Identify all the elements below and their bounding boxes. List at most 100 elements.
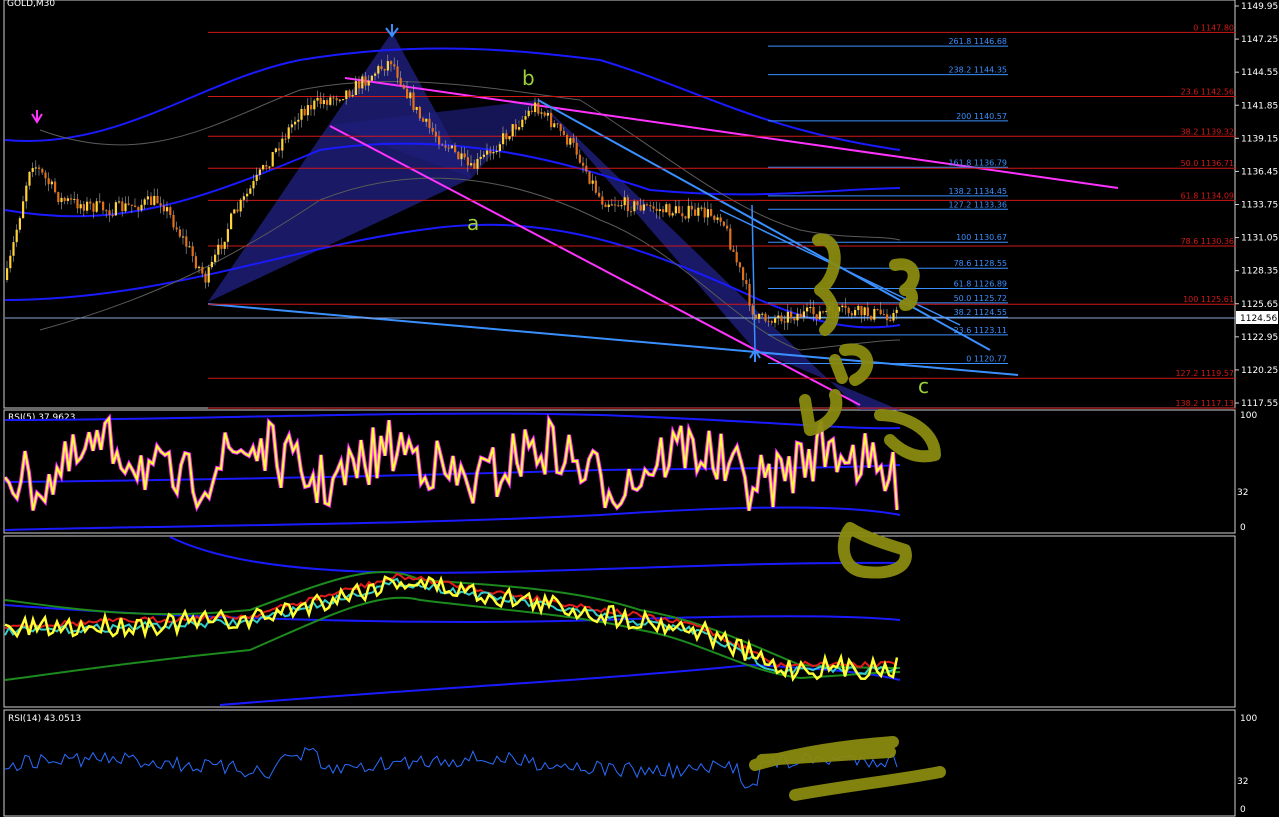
candle-body bbox=[393, 64, 396, 67]
fib-level-label: 38.2 1139.32 bbox=[1181, 127, 1234, 136]
rsi14-label: RSI(14) 43.0513 bbox=[8, 714, 81, 724]
candle-body bbox=[284, 138, 287, 140]
candle-body bbox=[118, 201, 121, 203]
candle-body bbox=[95, 201, 98, 212]
candle-body bbox=[422, 118, 425, 122]
candle-body bbox=[297, 119, 300, 122]
candle-body bbox=[732, 249, 735, 252]
current-price-text: 1124.56 bbox=[1240, 314, 1277, 324]
candle-body bbox=[694, 209, 697, 216]
candle-body bbox=[374, 73, 377, 76]
price-axis-label: 1117.55 bbox=[1241, 399, 1278, 409]
candle-body bbox=[12, 242, 15, 256]
candle-body bbox=[370, 75, 373, 81]
candle-body bbox=[335, 98, 338, 101]
candle-body bbox=[486, 150, 489, 155]
candle-body bbox=[534, 102, 537, 113]
candle-body bbox=[287, 127, 290, 139]
candle-body bbox=[518, 127, 521, 130]
chart-canvas[interactable]: GOLD,M30 261.8 1146.68 238.2 1144.35 200 1… bbox=[0, 0, 1279, 817]
candle-body bbox=[614, 204, 617, 206]
candle-body bbox=[588, 171, 591, 184]
candle-body bbox=[559, 124, 562, 131]
candle-body bbox=[892, 313, 895, 321]
candle-body bbox=[652, 206, 655, 209]
price-axis-label: 1125.65 bbox=[1241, 300, 1278, 310]
candle-body bbox=[63, 197, 66, 201]
candle-body bbox=[636, 201, 639, 206]
candle-body bbox=[850, 313, 853, 316]
candle-body bbox=[578, 154, 581, 163]
candle-body bbox=[364, 76, 367, 86]
candle-body bbox=[607, 204, 610, 208]
candle-body bbox=[646, 204, 649, 206]
candle-body bbox=[306, 105, 309, 116]
candle-body bbox=[882, 314, 885, 316]
candle-body bbox=[310, 105, 313, 110]
candle-body bbox=[511, 124, 514, 137]
candle-body bbox=[159, 203, 162, 206]
candle-body bbox=[6, 268, 9, 280]
candle-body bbox=[668, 204, 671, 216]
candle-body bbox=[742, 267, 745, 281]
candle-body bbox=[729, 228, 732, 250]
candle-body bbox=[569, 138, 572, 145]
candle-body bbox=[703, 207, 706, 218]
candle-body bbox=[313, 100, 316, 110]
candle-body bbox=[761, 313, 764, 315]
candle-body bbox=[889, 320, 892, 322]
candle-body bbox=[495, 150, 498, 153]
candle-body bbox=[262, 165, 265, 170]
swing-high-arrow-icon bbox=[385, 24, 399, 38]
candle-body bbox=[121, 201, 124, 212]
candle-body bbox=[412, 92, 415, 110]
candle-body bbox=[620, 205, 623, 207]
candle-body bbox=[444, 145, 447, 148]
candle-body bbox=[79, 204, 82, 209]
candle-body bbox=[399, 77, 402, 85]
candle-body bbox=[476, 159, 479, 169]
candle-body bbox=[700, 207, 703, 209]
candle-body bbox=[114, 202, 117, 216]
candle-body bbox=[98, 201, 101, 203]
candle-body bbox=[290, 124, 293, 128]
candle-body bbox=[268, 166, 271, 168]
fib-level-label: 200 1140.57 bbox=[956, 112, 1007, 121]
candle-body bbox=[255, 174, 258, 182]
candle-body bbox=[162, 205, 165, 212]
fib-level-label: 138.2 1134.45 bbox=[948, 187, 1007, 196]
candle-body bbox=[770, 321, 773, 323]
fib-level-label: 161.8 1136.79 bbox=[948, 158, 1007, 167]
candle-body bbox=[796, 313, 799, 321]
candle-body bbox=[425, 118, 428, 122]
wave-label-a: a bbox=[467, 211, 479, 235]
candle-body bbox=[706, 209, 709, 218]
candle-body bbox=[281, 138, 284, 151]
candle-body bbox=[716, 217, 719, 220]
candle-body bbox=[431, 127, 434, 132]
candle-body bbox=[265, 165, 268, 167]
candle-body bbox=[28, 171, 31, 186]
candle-body bbox=[82, 204, 85, 211]
candle-body bbox=[687, 205, 690, 219]
candle-body bbox=[92, 203, 95, 212]
band-lower bbox=[4, 223, 901, 329]
candle-body bbox=[866, 307, 869, 316]
fib-level-label: 138.2 1117.13 bbox=[1175, 399, 1234, 408]
candle-body bbox=[86, 201, 89, 211]
rsi14-level-32: 32 bbox=[1237, 777, 1248, 787]
candle-body bbox=[738, 262, 741, 268]
candle-body bbox=[278, 148, 281, 151]
candle-body bbox=[748, 283, 751, 306]
price-axis-label: 1139.15 bbox=[1241, 134, 1278, 144]
candle-body bbox=[345, 90, 348, 100]
candle-body bbox=[242, 196, 245, 200]
rsi14-level-0: 0 bbox=[1240, 805, 1246, 815]
candle-body bbox=[137, 207, 140, 211]
candle-body bbox=[550, 112, 553, 128]
candle-body bbox=[127, 203, 130, 205]
price-axis-label: 1120.25 bbox=[1241, 366, 1278, 376]
candle-body bbox=[780, 315, 783, 322]
fib-level-label: 78.6 1130.36 bbox=[1181, 237, 1234, 246]
candle-body bbox=[108, 210, 111, 216]
